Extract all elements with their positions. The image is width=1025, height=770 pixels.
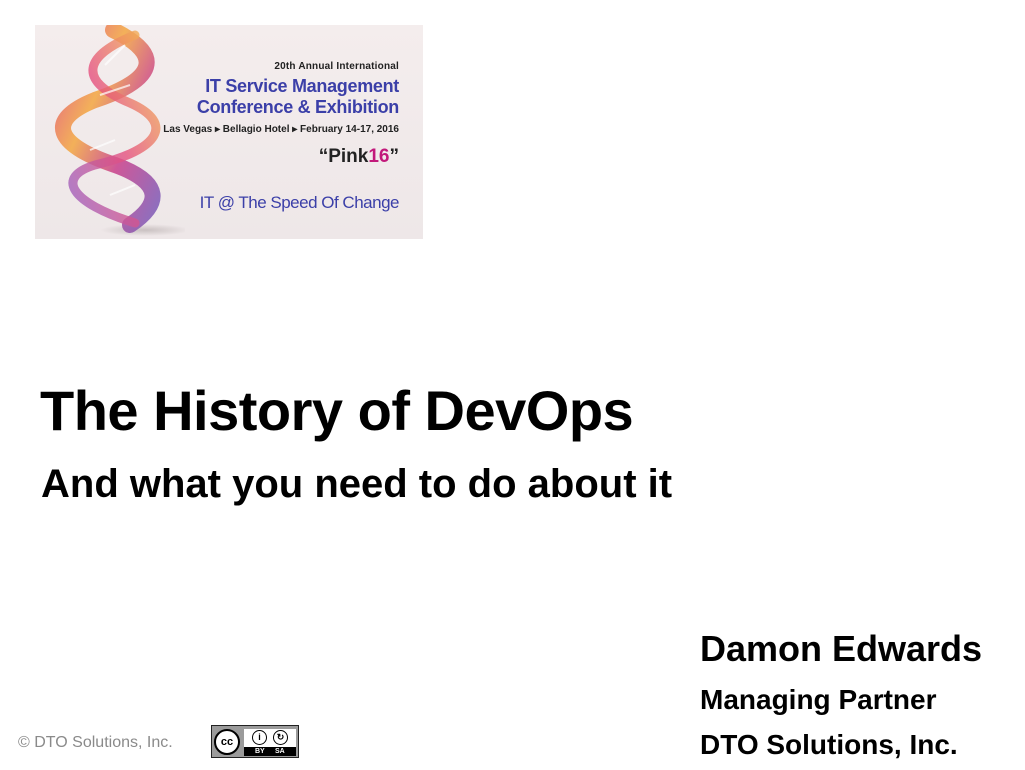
- conference-banner: 20th Annual International IT Service Man…: [35, 25, 423, 239]
- slide-subtitle: And what you need to do about it: [41, 462, 673, 506]
- banner-event-name: “Pink16”: [319, 146, 399, 168]
- license-by-label: BY: [255, 748, 265, 755]
- slide-title: The History of DevOps: [40, 379, 634, 442]
- banner-event-prefix: “Pink: [318, 146, 369, 167]
- banner-event-suffix: ”: [389, 146, 400, 167]
- banner-conference-name-line1: IT Service Management: [205, 76, 399, 96]
- banner-annual-line: 20th Annual International: [274, 61, 399, 72]
- banner-conference-name-line2: Conference & Exhibition: [196, 97, 399, 117]
- share-alike-icon: ↻: [273, 730, 288, 745]
- attribution-icon: i: [252, 730, 267, 745]
- banner-tagline: IT @ The Speed Of Change: [199, 193, 400, 212]
- banner-location: Las Vegas ▸ Bellagio Hotel ▸ February 14…: [163, 124, 399, 135]
- presenter-role: Managing Partner: [700, 684, 937, 715]
- banner-event-highlight: 16: [368, 146, 390, 167]
- presenter-name: Damon Edwards: [700, 628, 983, 669]
- cc-icon: cc: [214, 729, 240, 755]
- presenter-company: DTO Solutions, Inc.: [700, 729, 958, 760]
- creative-commons-badge: cc i ↻ BY SA: [211, 725, 299, 758]
- copyright-notice: © DTO Solutions, Inc.: [18, 734, 173, 751]
- license-sa-label: SA: [275, 748, 285, 755]
- license-label-bar: [244, 747, 296, 756]
